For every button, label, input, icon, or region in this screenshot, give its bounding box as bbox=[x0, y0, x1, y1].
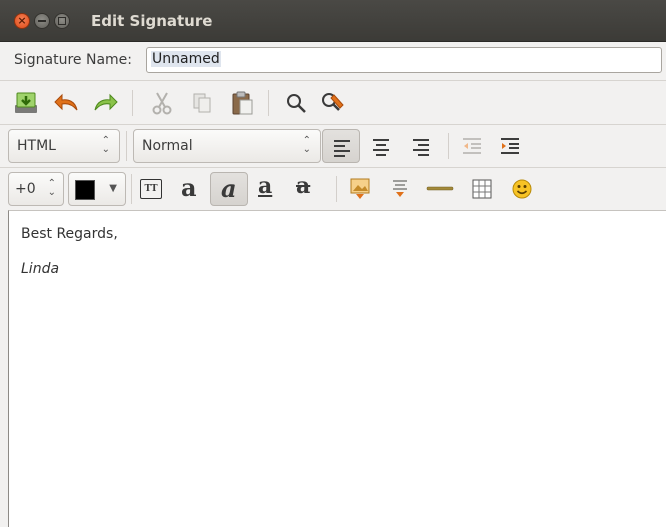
insert-rule-icon[interactable] bbox=[424, 176, 456, 202]
minimize-window-button[interactable] bbox=[34, 13, 50, 29]
format-toolbar: HTML ⌃ ⌄ Normal ⌃ ⌄ bbox=[0, 125, 666, 167]
font-size-select[interactable]: +0 ⌃ ⌄ bbox=[8, 172, 64, 206]
paragraph-style-value: Normal bbox=[142, 138, 193, 154]
redo-icon[interactable] bbox=[90, 89, 120, 117]
bold-icon: a bbox=[181, 173, 197, 202]
insert-smiley-icon[interactable] bbox=[508, 176, 536, 202]
toolbar-separator bbox=[336, 176, 337, 202]
copy-icon[interactable] bbox=[188, 89, 216, 117]
insert-image-icon[interactable] bbox=[346, 176, 374, 202]
close-icon: × bbox=[17, 14, 27, 27]
align-right-button[interactable] bbox=[402, 129, 440, 163]
find-replace-icon[interactable] bbox=[318, 89, 348, 117]
insert-table-icon[interactable] bbox=[468, 176, 496, 202]
signature-editor[interactable]: Best Regards, Linda bbox=[8, 210, 666, 527]
close-window-button[interactable]: × bbox=[14, 13, 30, 29]
indent-icon[interactable] bbox=[496, 134, 524, 158]
underline-icon: a bbox=[258, 173, 273, 199]
paste-icon[interactable] bbox=[228, 89, 256, 117]
spin-arrows-icon: ⌃ ⌄ bbox=[302, 135, 311, 155]
italic-button[interactable]: a bbox=[210, 172, 248, 206]
text-color-button[interactable]: ▼ bbox=[68, 172, 126, 206]
undo-icon[interactable] bbox=[52, 89, 82, 117]
save-icon[interactable] bbox=[12, 89, 40, 117]
signature-name-label: Signature Name: bbox=[14, 52, 133, 68]
find-icon[interactable] bbox=[282, 89, 310, 117]
signature-line-closing: Best Regards, bbox=[21, 226, 118, 242]
underline-button[interactable]: a bbox=[248, 172, 286, 206]
strikethrough-button[interactable]: a bbox=[286, 172, 324, 206]
font-size-value: +0 bbox=[15, 181, 36, 197]
signature-name-value: Unnamed bbox=[151, 51, 221, 67]
insert-link-icon[interactable] bbox=[386, 176, 414, 202]
signature-name-row: Signature Name: Unnamed bbox=[0, 42, 666, 80]
align-left-button[interactable] bbox=[322, 129, 360, 163]
signature-name-input[interactable]: Unnamed bbox=[146, 47, 662, 73]
signature-line-name: Linda bbox=[21, 261, 60, 277]
align-right-icon bbox=[413, 139, 429, 159]
chevron-down-icon: ▼ bbox=[109, 183, 117, 194]
text-style-toolbar: +0 ⌃ ⌄ ▼ TT a a a a bbox=[0, 168, 666, 210]
cut-icon[interactable] bbox=[148, 89, 176, 117]
window-title: Edit Signature bbox=[91, 12, 213, 30]
toolbar-separator bbox=[131, 174, 132, 204]
maximize-window-button[interactable] bbox=[54, 13, 70, 29]
color-swatch bbox=[75, 180, 95, 200]
toolbar-separator bbox=[132, 90, 133, 116]
strikethrough-icon: a bbox=[296, 173, 311, 199]
align-center-icon bbox=[373, 139, 389, 159]
spin-arrows-icon: ⌃ ⌄ bbox=[101, 135, 110, 155]
title-bar: × Edit Signature bbox=[0, 0, 666, 42]
minimize-icon bbox=[38, 20, 46, 22]
editor-mode-select[interactable]: HTML ⌃ ⌄ bbox=[8, 129, 120, 163]
align-center-button[interactable] bbox=[362, 129, 400, 163]
editor-mode-value: HTML bbox=[17, 138, 56, 154]
divider bbox=[0, 80, 666, 81]
toolbar-separator bbox=[126, 131, 127, 161]
maximize-icon bbox=[58, 17, 66, 25]
bold-button[interactable]: a bbox=[172, 172, 210, 206]
spin-arrows-icon: ⌃ ⌄ bbox=[47, 178, 56, 198]
toolbar-separator bbox=[268, 90, 269, 116]
align-left-icon bbox=[334, 140, 350, 160]
edit-toolbar bbox=[0, 82, 666, 124]
paragraph-style-select[interactable]: Normal ⌃ ⌄ bbox=[133, 129, 321, 163]
teletype-icon: TT bbox=[140, 179, 162, 199]
toolbar-separator bbox=[448, 133, 449, 159]
unindent-icon[interactable] bbox=[458, 134, 486, 158]
italic-icon: a bbox=[221, 174, 237, 203]
teletype-button[interactable]: TT bbox=[134, 172, 172, 206]
